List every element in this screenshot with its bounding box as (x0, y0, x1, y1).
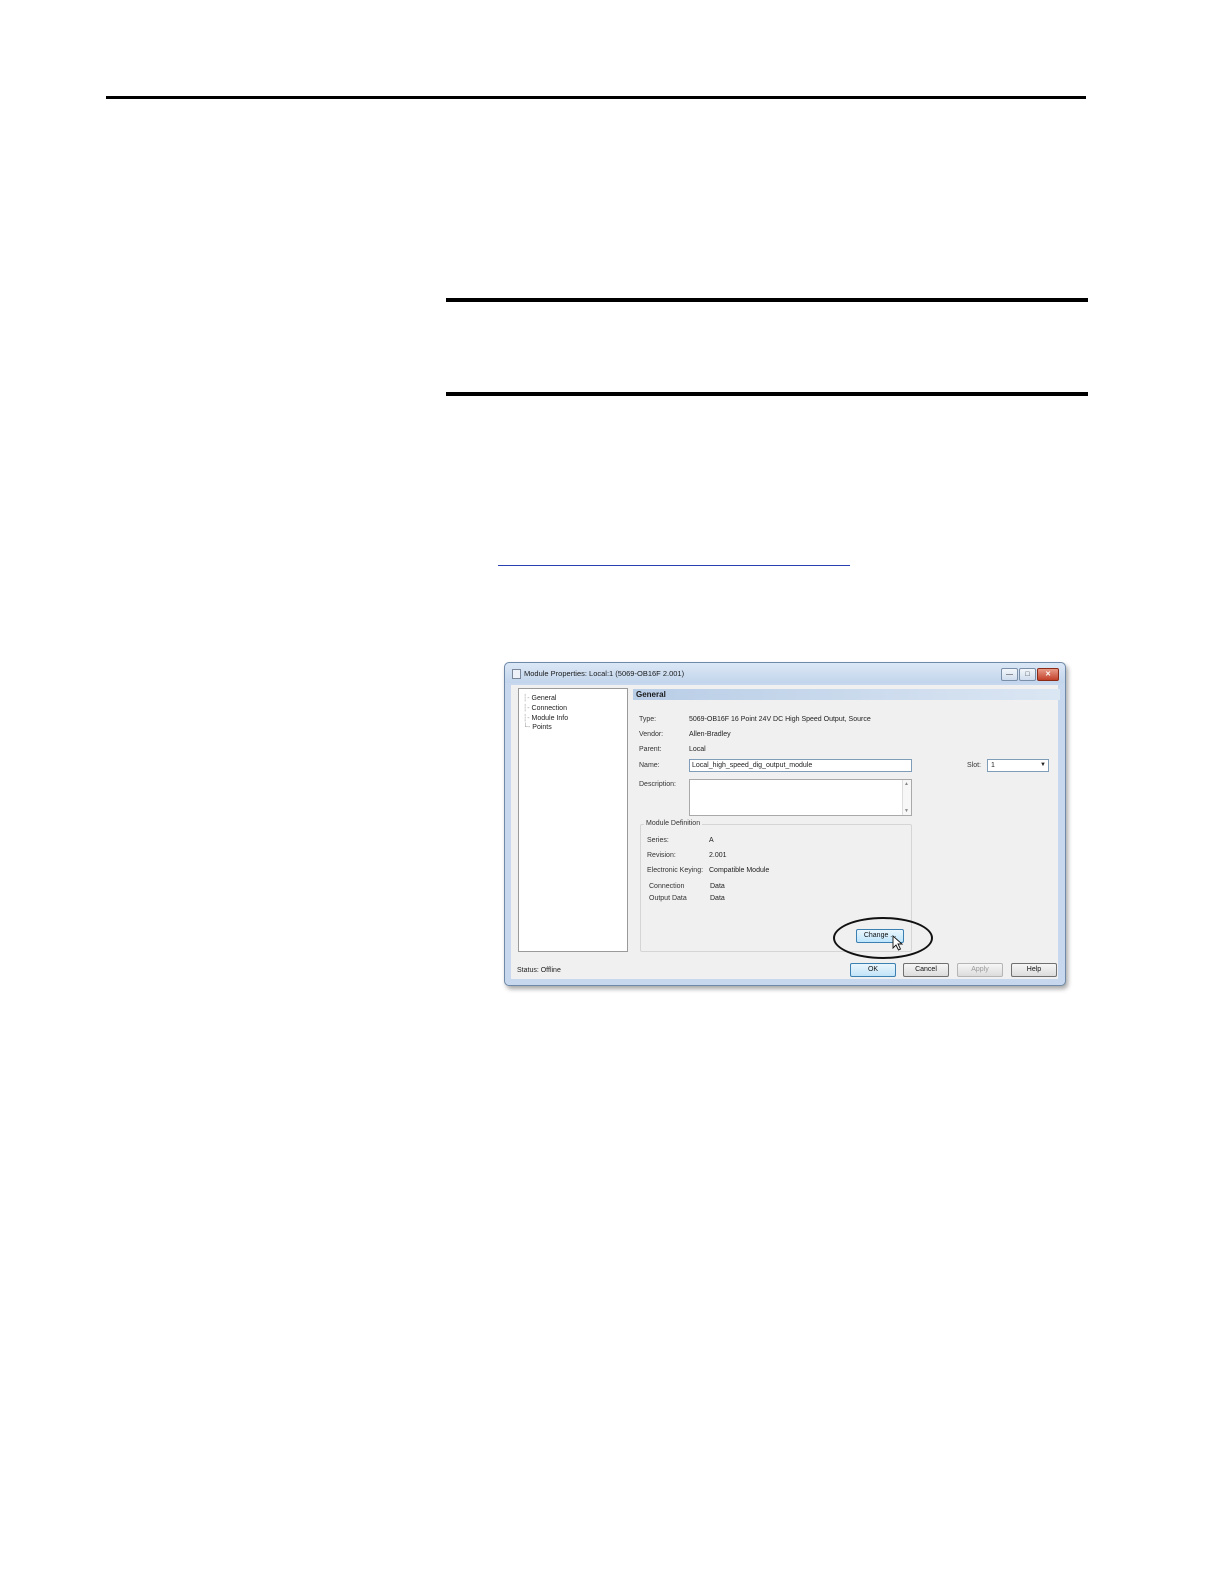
slot-value: 1 (991, 762, 995, 769)
electronic-keying-value: Compatible Module (709, 867, 770, 874)
module-definition-group: Module Definition Series: A Revision: 2.… (640, 820, 933, 959)
app-icon (512, 669, 521, 679)
name-label: Name: (639, 762, 660, 769)
close-button[interactable]: ✕ (1037, 668, 1059, 681)
series-label: Series: (647, 837, 669, 844)
output-data-value: Data (710, 895, 725, 902)
cancel-button[interactable]: Cancel (903, 963, 949, 977)
description-scrollbar[interactable]: ▲ ▼ (902, 780, 911, 815)
tree-item-module-info[interactable]: ┆- Module Info (523, 714, 568, 722)
mouse-pointer-icon (892, 935, 904, 951)
note-rule-bottom (446, 392, 1088, 396)
vendor-value: Allen-Bradley (689, 731, 731, 738)
tree-item-general[interactable]: ┆- General (523, 694, 556, 702)
ok-button[interactable]: OK (850, 963, 896, 977)
dialog-client-area: ┆- General ┆- Connection ┆- Module Info └- P… (511, 685, 1060, 979)
tree-item-label: Connection (531, 705, 567, 712)
section-title: General (633, 689, 1060, 700)
connection-label: Connection (649, 883, 685, 890)
type-value: 5069-OB16F 16 Point 24V DC High Speed Ou… (689, 716, 871, 723)
description-label: Description: (639, 781, 676, 788)
revision-value: 2.001 (709, 852, 727, 859)
name-field[interactable]: Local_high_speed_dig_output_module (689, 759, 912, 772)
tree-item-label: Module Info (531, 715, 569, 722)
category-tree: ┆- General ┆- Connection ┆- Module Info └- P… (518, 688, 628, 952)
scroll-down-icon[interactable]: ▼ (904, 808, 909, 814)
status-text: Status: Offline (517, 967, 561, 974)
maximize-button[interactable]: □ (1019, 668, 1036, 681)
electronic-keying-label: Electronic Keying: (647, 867, 704, 874)
scroll-up-icon[interactable]: ▲ (904, 781, 909, 787)
header-rule (106, 96, 1086, 99)
help-button[interactable]: Help (1011, 963, 1057, 977)
dialog-title: Module Properties: Local:1 (5069-OB16F 2… (524, 669, 685, 678)
parent-value: Local (689, 746, 706, 753)
parent-label: Parent: (639, 746, 662, 753)
chevron-down-icon[interactable]: ▼ (1040, 760, 1046, 771)
hyperlink-underline[interactable] (498, 565, 850, 566)
title-bar[interactable]: Module Properties: Local:1 (5069-OB16F 2… (505, 663, 1065, 683)
revision-label: Revision: (647, 852, 676, 859)
vendor-label: Vendor: (639, 731, 664, 738)
type-label: Type: (639, 716, 657, 723)
slot-dropdown[interactable]: 1 ▼ (987, 759, 1049, 772)
series-value: A (709, 837, 714, 844)
minimize-button[interactable]: — (1001, 668, 1018, 681)
output-data-label: Output Data (649, 895, 687, 902)
slot-label: Slot: (967, 762, 982, 769)
apply-button[interactable]: Apply (957, 963, 1003, 977)
module-properties-dialog: Module Properties: Local:1 (5069-OB16F 2… (504, 662, 1066, 986)
tree-item-label: Points (532, 724, 552, 731)
tree-item-label: General (531, 695, 557, 702)
note-rule-top (446, 298, 1088, 302)
tree-item-points[interactable]: └- Points (523, 724, 552, 731)
connection-value: Data (710, 883, 725, 890)
module-definition-legend: Module Definition (644, 820, 703, 827)
tree-item-connection[interactable]: ┆- Connection (523, 704, 567, 712)
description-field[interactable]: ▲ ▼ (689, 779, 912, 816)
